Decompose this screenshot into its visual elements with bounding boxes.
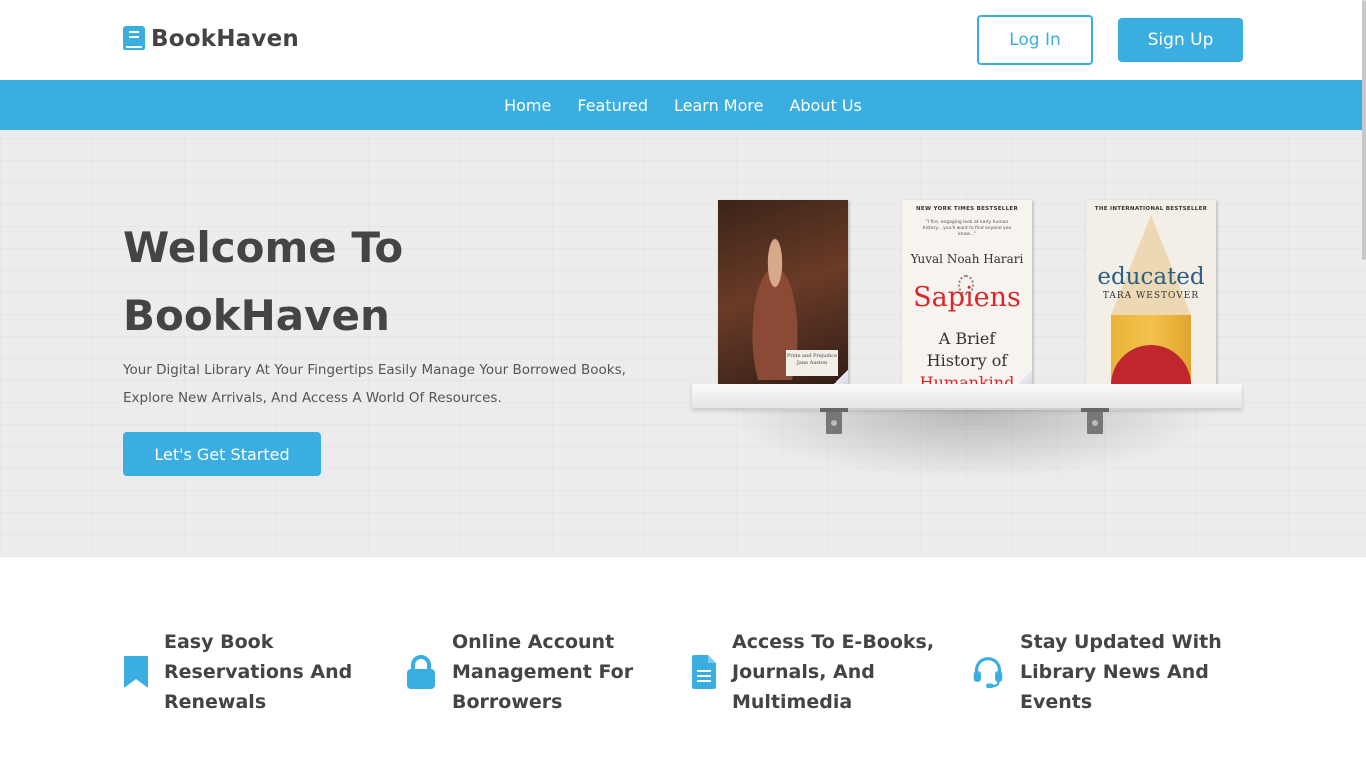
hero-title-line1: Welcome To <box>123 223 404 272</box>
site-header: BookHaven Log In Sign Up <box>0 0 1366 80</box>
hero-section: Welcome To BookHaven Your Digital Librar… <box>0 130 1366 557</box>
logo[interactable]: BookHaven <box>123 26 299 52</box>
get-started-button[interactable]: Let's Get Started <box>123 432 321 476</box>
lock-icon <box>405 654 437 690</box>
page-scrollbar[interactable] <box>1362 0 1366 260</box>
main-nav: Home Featured Learn More About Us <box>0 80 1366 130</box>
feature-news-events: Stay Updated With Library News And Event… <box>972 627 1222 717</box>
shelf-bracket <box>1081 408 1109 436</box>
feature-line: Easy Book <box>164 631 274 653</box>
feature-line: Renewals <box>164 691 267 713</box>
hero-subtitle-line1: Your Digital Library At Your Fingertips … <box>123 362 626 378</box>
nav-about-us[interactable]: About Us <box>789 96 861 115</box>
feature-line: Access To E-Books, <box>732 631 935 653</box>
feature-line: Library News And <box>1020 661 1209 683</box>
feature-ebooks: Access To E-Books, Journals, And Multime… <box>688 627 934 717</box>
feature-line: Journals, And <box>732 661 875 683</box>
book-cover-sapiens[interactable]: NEW YORK TIMES BESTSELLER "I fire, engag… <box>902 200 1032 400</box>
feature-text: Access To E-Books, Journals, And Multime… <box>732 627 934 717</box>
cover-label-title: Pride and Prejudice <box>786 353 838 359</box>
features-section: Easy Book Reservations And Renewals Onli… <box>0 557 1366 768</box>
nav-featured[interactable]: Featured <box>577 96 648 115</box>
cover-top-text: NEW YORK TIMES BESTSELLER <box>915 206 1018 212</box>
hero-title-line2: BookHaven <box>123 291 390 340</box>
bookshelf <box>692 384 1242 408</box>
headset-icon <box>972 654 1004 690</box>
feature-text: Easy Book Reservations And Renewals <box>164 627 352 717</box>
book-icon <box>123 26 145 52</box>
feature-text: Stay Updated With Library News And Event… <box>1020 627 1222 717</box>
logo-text: BookHaven <box>151 26 299 52</box>
nav-home[interactable]: Home <box>504 96 551 115</box>
shelf-bracket <box>820 408 848 436</box>
feature-line: Reservations And <box>164 661 353 683</box>
feature-line: Borrowers <box>452 691 563 713</box>
feature-line: Events <box>1020 691 1093 713</box>
hero-title: Welcome To BookHaven <box>123 214 683 350</box>
feature-line: Online Account <box>452 631 615 653</box>
feature-line: Management For <box>452 661 634 683</box>
book-cover-pride-and-prejudice[interactable]: Pride and Prejudice Jane Austen <box>718 200 848 400</box>
cover-top-text: THE INTERNATIONAL BESTSELLER <box>1094 206 1208 212</box>
feature-line: Stay Updated With <box>1020 631 1222 653</box>
shelf-shadow <box>725 410 1215 480</box>
feature-line: Multimedia <box>732 691 853 713</box>
feature-text: Online Account Management For Borrowers <box>452 627 633 717</box>
feature-reservations: Easy Book Reservations And Renewals <box>120 627 352 717</box>
cover-author: TARA WESTOVER <box>1102 291 1200 301</box>
signup-button[interactable]: Sign Up <box>1118 18 1243 62</box>
login-button[interactable]: Log In <box>977 15 1093 65</box>
hero-subtitle-line2: Explore New Arrivals, And Access A World… <box>123 390 502 406</box>
cover-title: educated <box>1097 264 1205 290</box>
feature-account-management: Online Account Management For Borrowers <box>405 627 633 717</box>
nav-learn-more[interactable]: Learn More <box>674 96 763 115</box>
book-cover-educated[interactable]: THE INTERNATIONAL BESTSELLER educated TA… <box>1086 200 1216 400</box>
cover-quote: "I fire, engaging look at early human hi… <box>922 220 1012 237</box>
document-icon <box>688 654 720 690</box>
cover-subtitle-line2: History of <box>926 351 1008 370</box>
cover-title: Sapiens <box>913 282 1021 313</box>
cover-author: Yuval Noah Harari <box>910 252 1024 266</box>
bookmark-icon <box>120 654 152 690</box>
hero-subtitle: Your Digital Library At Your Fingertips … <box>123 356 663 412</box>
cover-label-author: Jane Austen <box>796 360 828 366</box>
cover-subtitle-line1: A Brief <box>938 329 996 348</box>
